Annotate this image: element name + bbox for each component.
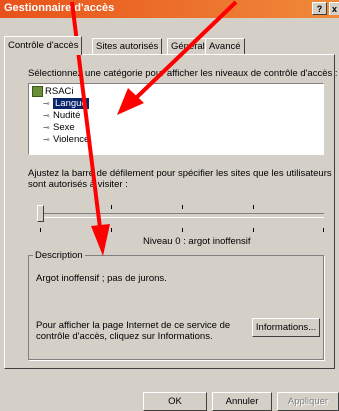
window-title: Gestionnaire d'accès bbox=[4, 2, 115, 14]
informations-button[interactable]: Informations... bbox=[252, 318, 320, 337]
slider-tick bbox=[182, 228, 183, 232]
key-icon: ⊸ bbox=[43, 135, 50, 144]
slider-tick bbox=[253, 205, 254, 209]
tree-item-sexe[interactable]: ⊸ Sexe bbox=[43, 122, 75, 133]
slider-tick bbox=[111, 228, 112, 232]
slider-instruction-line2: sont autorisés à visiter : bbox=[28, 179, 128, 190]
rating-slider-thumb[interactable] bbox=[37, 205, 44, 222]
apply-button[interactable]: Appliquer bbox=[277, 392, 339, 411]
description-legend: Description bbox=[33, 250, 85, 261]
tree-item-nudite[interactable]: ⊸ Nudité bbox=[43, 110, 80, 121]
slider-tick bbox=[182, 205, 183, 209]
level-label: Niveau 0 : argot inoffensif bbox=[143, 236, 251, 247]
slider-tick bbox=[323, 228, 324, 232]
tree-root-label: RSACi bbox=[45, 86, 74, 98]
ratings-folder-icon bbox=[32, 86, 43, 97]
description-group bbox=[28, 255, 324, 360]
tree-root-item[interactable]: RSACi bbox=[32, 86, 74, 97]
tab-advanced[interactable]: Avancé bbox=[205, 38, 245, 54]
access-manager-dialog: Gestionnaire d'accès ? x Contrôle d'accè… bbox=[0, 0, 339, 411]
slider-tick bbox=[253, 228, 254, 232]
slider-instruction-line1: Ajustez la barre de défilement pour spéc… bbox=[28, 168, 332, 179]
info-text-line1: Pour afficher la page Internet de ce ser… bbox=[36, 320, 231, 331]
title-bar: Gestionnaire d'accès ? x bbox=[0, 0, 339, 18]
tab-approved-sites[interactable]: Sites autorisés bbox=[92, 38, 163, 54]
category-instruction: Sélectionnez une catégorie pour afficher… bbox=[28, 68, 338, 79]
tab-general[interactable]: Général bbox=[167, 38, 209, 54]
close-button[interactable]: x bbox=[329, 2, 339, 15]
tree-item-label: Nudité bbox=[53, 110, 81, 121]
slider-tick bbox=[111, 205, 112, 209]
tab-access-control[interactable]: Contrôle d'accès bbox=[4, 36, 83, 55]
tree-item-violence[interactable]: ⊸ Violence bbox=[43, 134, 89, 145]
slider-tick bbox=[40, 228, 41, 232]
description-text: Argot inoffensif ; pas de jurons. bbox=[36, 273, 167, 284]
rating-slider-track[interactable] bbox=[40, 213, 324, 218]
key-icon: ⊸ bbox=[43, 99, 50, 108]
tree-item-langue[interactable]: ⊸ Langue bbox=[43, 98, 89, 109]
category-tree[interactable]: RSACi ⊸ Langue ⊸ Nudité ⊸ Sexe ⊸ Violence bbox=[28, 83, 324, 155]
ok-button[interactable]: OK bbox=[143, 392, 207, 411]
key-icon: ⊸ bbox=[43, 111, 50, 120]
tree-item-label: Langue bbox=[53, 98, 89, 109]
info-text-line2: contrôle d'accès, cliquez sur Informatio… bbox=[36, 331, 213, 342]
help-button[interactable]: ? bbox=[312, 2, 327, 15]
cancel-button[interactable]: Annuler bbox=[212, 392, 272, 411]
tree-item-label: Sexe bbox=[53, 122, 75, 133]
key-icon: ⊸ bbox=[43, 123, 50, 132]
tree-item-label: Violence bbox=[53, 134, 90, 145]
